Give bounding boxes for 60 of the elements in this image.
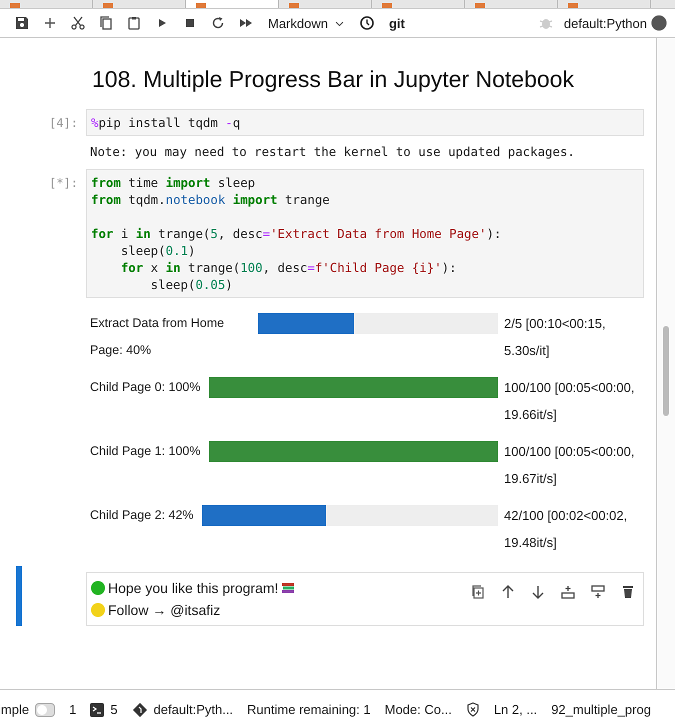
file-icon — [10, 3, 20, 8]
progress-label: Child Page 2: 42% — [89, 507, 195, 524]
progress-stats: 42/100 [00:02<00:02, 19.48it/s] — [503, 507, 628, 552]
scrollbar-thumb[interactable] — [663, 326, 669, 416]
file-icon — [568, 3, 578, 8]
mode-text[interactable]: Mode: Co... — [384, 702, 452, 717]
progress-label: Child Page 1: 100% — [89, 443, 202, 460]
code-line: sleep(0.05) — [150, 276, 234, 293]
kernel-status-text[interactable]: default:Pyth... — [154, 702, 234, 717]
save-icon[interactable] — [14, 15, 30, 31]
copy-icon[interactable] — [98, 15, 114, 31]
code-line: sleep(0.1) — [120, 242, 196, 259]
clock-icon[interactable] — [358, 15, 375, 31]
restart-icon[interactable] — [210, 15, 226, 31]
simple-mode-toggle[interactable] — [35, 702, 56, 716]
code-line: for i in trange(5, desc='Extract Data from Home Page'): — [91, 225, 502, 242]
delete-icon[interactable] — [620, 584, 636, 600]
markdown-text: Hope you like this program! — [108, 579, 278, 598]
git-label[interactable]: git — [380, 16, 413, 30]
kernel-name[interactable]: default:Python — [560, 16, 651, 30]
scissors-icon[interactable] — [70, 15, 86, 31]
insert-below-icon[interactable] — [590, 584, 606, 600]
code-editor[interactable]: %pip install tqdm -q — [86, 109, 644, 136]
file-icon — [289, 3, 299, 8]
file-icon — [382, 3, 392, 8]
kernel-count[interactable]: 1 — [69, 702, 76, 717]
code-line: from tqdm.notebook import trange — [91, 191, 331, 208]
file-icon — [475, 3, 485, 8]
file-icon — [103, 3, 113, 8]
cell-type-dropdown[interactable]: Markdown — [260, 16, 353, 30]
execution-prompt: [4]: — [48, 115, 79, 130]
progress-label: Extract Data from Home Page: 40% — [89, 315, 226, 359]
clipboard-icon[interactable] — [126, 15, 142, 31]
file-icon — [196, 3, 206, 8]
progress-stats: 100/100 [00:05<00:00, 19.66it/s] — [503, 379, 636, 424]
progress-label: Child Page 0: 100% — [89, 379, 202, 396]
code-line: from time import sleep — [91, 174, 256, 191]
notebook-tab[interactable] — [186, 0, 279, 8]
shield-icon[interactable] — [466, 702, 480, 717]
insert-above-icon[interactable] — [560, 584, 576, 600]
execution-prompt: [*]: — [48, 175, 79, 190]
code-line: %pip install tqdm -q — [91, 114, 242, 131]
code-line: for x in trange(100, desc=f'Child Page {i}'): — [120, 259, 458, 276]
terminal-count[interactable]: 5 — [110, 702, 118, 717]
runtime-text: Runtime remaining: 1 — [247, 702, 371, 717]
progress-stats: 100/100 [00:05<00:00, 19.67it/s] — [503, 443, 636, 488]
terminal-icon[interactable] — [90, 702, 104, 716]
output-text: Note: you may need to restart the kernel to use updated packages. — [89, 144, 576, 159]
arrow-down-icon[interactable] — [530, 584, 546, 600]
code-editor[interactable]: from time import sleep from tqdm.notebook import trange for i in trange(5, desc='Extract Data from Home Page'): sleep(0.1) for x in trange(100, desc=f'Child Page {i}'): sleep(0.05) — [86, 169, 644, 298]
markdown-cell[interactable]: Hope you like this program! Follow → @itsafiz — [86, 572, 644, 626]
progress-stats: 2/5 [00:10<00:15, 5.30s/it] — [503, 315, 607, 360]
arrow-up-icon[interactable] — [500, 584, 516, 600]
duplicate-icon[interactable] — [470, 584, 486, 600]
file-name: 92_multiple_prog — [551, 702, 651, 717]
mode-label: imple — [0, 702, 30, 717]
markdown-text: Follow → @itsafiz — [108, 601, 220, 620]
notebook-heading: 108. Multiple Progress Bar in Jupyter Notebook — [92, 66, 575, 93]
cursor-position[interactable]: Ln 2, ... — [494, 702, 538, 717]
plus-icon[interactable] — [42, 15, 58, 31]
